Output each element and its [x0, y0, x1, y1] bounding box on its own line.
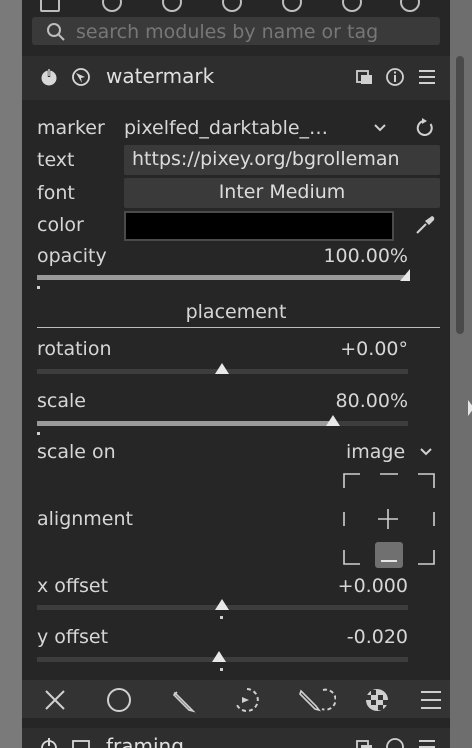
- rotation-slider-marker[interactable]: [215, 363, 229, 374]
- y-offset-value: -0.020: [346, 626, 408, 648]
- scale-value: 80.00%: [335, 390, 408, 412]
- opacity-label: opacity: [37, 245, 107, 267]
- group-tab-icon[interactable]: [162, 0, 182, 12]
- slider-origin-dot: [220, 616, 223, 619]
- panel-scrollbar[interactable]: [456, 56, 464, 334]
- module-title: watermark: [106, 64, 215, 88]
- presets-menu-icon[interactable]: [416, 736, 438, 748]
- marker-label: marker: [37, 117, 105, 139]
- left-panel-gutter: [0, 0, 22, 748]
- presets-icon[interactable]: [70, 66, 92, 88]
- text-label: text: [37, 149, 75, 171]
- module-group-tabs: [22, 0, 450, 12]
- scale-on-dropdown[interactable]: image: [346, 441, 405, 463]
- group-tab-icon[interactable]: [102, 0, 122, 12]
- raster-mask-icon[interactable]: [364, 687, 390, 713]
- blend-mode-bar: [22, 680, 450, 718]
- marker-dropdown[interactable]: pixelfed_darktable_…: [124, 117, 328, 139]
- rotation-label: rotation: [37, 338, 112, 360]
- opacity-value: 100.00%: [323, 245, 408, 267]
- scale-slider-marker[interactable]: [326, 415, 340, 426]
- color-label: color: [37, 214, 84, 236]
- chevron-down-icon[interactable]: [374, 123, 386, 133]
- color-picker-icon[interactable]: [414, 214, 436, 236]
- color-swatch[interactable]: [124, 211, 394, 241]
- scale-label: scale: [37, 390, 86, 412]
- opacity-slider-fill: [37, 275, 408, 280]
- power-icon[interactable]: [38, 66, 60, 88]
- slider-origin-dot: [37, 432, 40, 435]
- multi-instance-icon[interactable]: [354, 66, 376, 88]
- x-offset-value: +0.000: [337, 575, 408, 597]
- drawn-parametric-mask-icon[interactable]: [296, 687, 336, 713]
- search-icon: [47, 23, 65, 41]
- font-label: font: [37, 182, 75, 204]
- presets-menu-icon[interactable]: [416, 66, 438, 88]
- rotation-value: +0.00°: [340, 338, 408, 360]
- y-offset-slider-marker[interactable]: [212, 651, 226, 662]
- slider-origin-dot: [220, 668, 223, 671]
- next-module-title: framing: [106, 734, 184, 748]
- group-tab-icon[interactable]: [400, 0, 420, 12]
- chevron-down-icon[interactable]: [420, 447, 432, 457]
- placement-section-title: placement: [185, 301, 287, 323]
- next-module-header[interactable]: framing: [22, 728, 450, 748]
- group-tab-icon[interactable]: [342, 0, 362, 12]
- font-selector[interactable]: Inter Medium: [124, 178, 440, 208]
- y-offset-label: y offset: [37, 626, 109, 648]
- module-header[interactable]: watermark: [22, 56, 450, 100]
- x-offset-slider-marker[interactable]: [215, 599, 229, 610]
- multi-instance-icon[interactable]: [354, 736, 376, 748]
- group-tab-icon[interactable]: [282, 0, 302, 12]
- power-icon[interactable]: [38, 736, 60, 748]
- text-field-value: https://pixey.org/bgrolleman: [132, 148, 400, 170]
- blend-menu-icon[interactable]: [418, 687, 444, 713]
- scale-slider-fill: [37, 421, 334, 426]
- opacity-slider-marker[interactable]: [400, 269, 410, 281]
- alignment-grid[interactable]: [342, 472, 436, 568]
- pencil-icon[interactable]: [170, 687, 196, 713]
- section-divider: [37, 327, 440, 328]
- slider-origin-dot: [37, 286, 40, 289]
- x-offset-label: x offset: [37, 575, 109, 597]
- group-tab-icon[interactable]: [222, 0, 242, 12]
- alignment-label: alignment: [37, 508, 133, 530]
- parametric-mask-icon[interactable]: [234, 687, 260, 713]
- reset-info-icon[interactable]: [384, 66, 406, 88]
- collapse-panel-arrow-icon[interactable]: [468, 400, 472, 416]
- module-search-box: [32, 17, 440, 45]
- font-value: Inter Medium: [218, 181, 346, 203]
- text-field[interactable]: https://pixey.org/bgrolleman: [124, 145, 440, 175]
- active-modules-icon[interactable]: [40, 0, 60, 12]
- search-input[interactable]: [74, 19, 428, 45]
- modules-panel: watermark marker pixelfed_darktable_… te…: [22, 0, 464, 748]
- presets-icon[interactable]: [70, 736, 92, 748]
- refresh-icon[interactable]: [414, 117, 436, 139]
- close-icon[interactable]: [42, 687, 68, 713]
- circle-mask-icon[interactable]: [106, 687, 132, 713]
- reset-info-icon[interactable]: [384, 736, 406, 748]
- scale-on-label: scale on: [37, 441, 116, 463]
